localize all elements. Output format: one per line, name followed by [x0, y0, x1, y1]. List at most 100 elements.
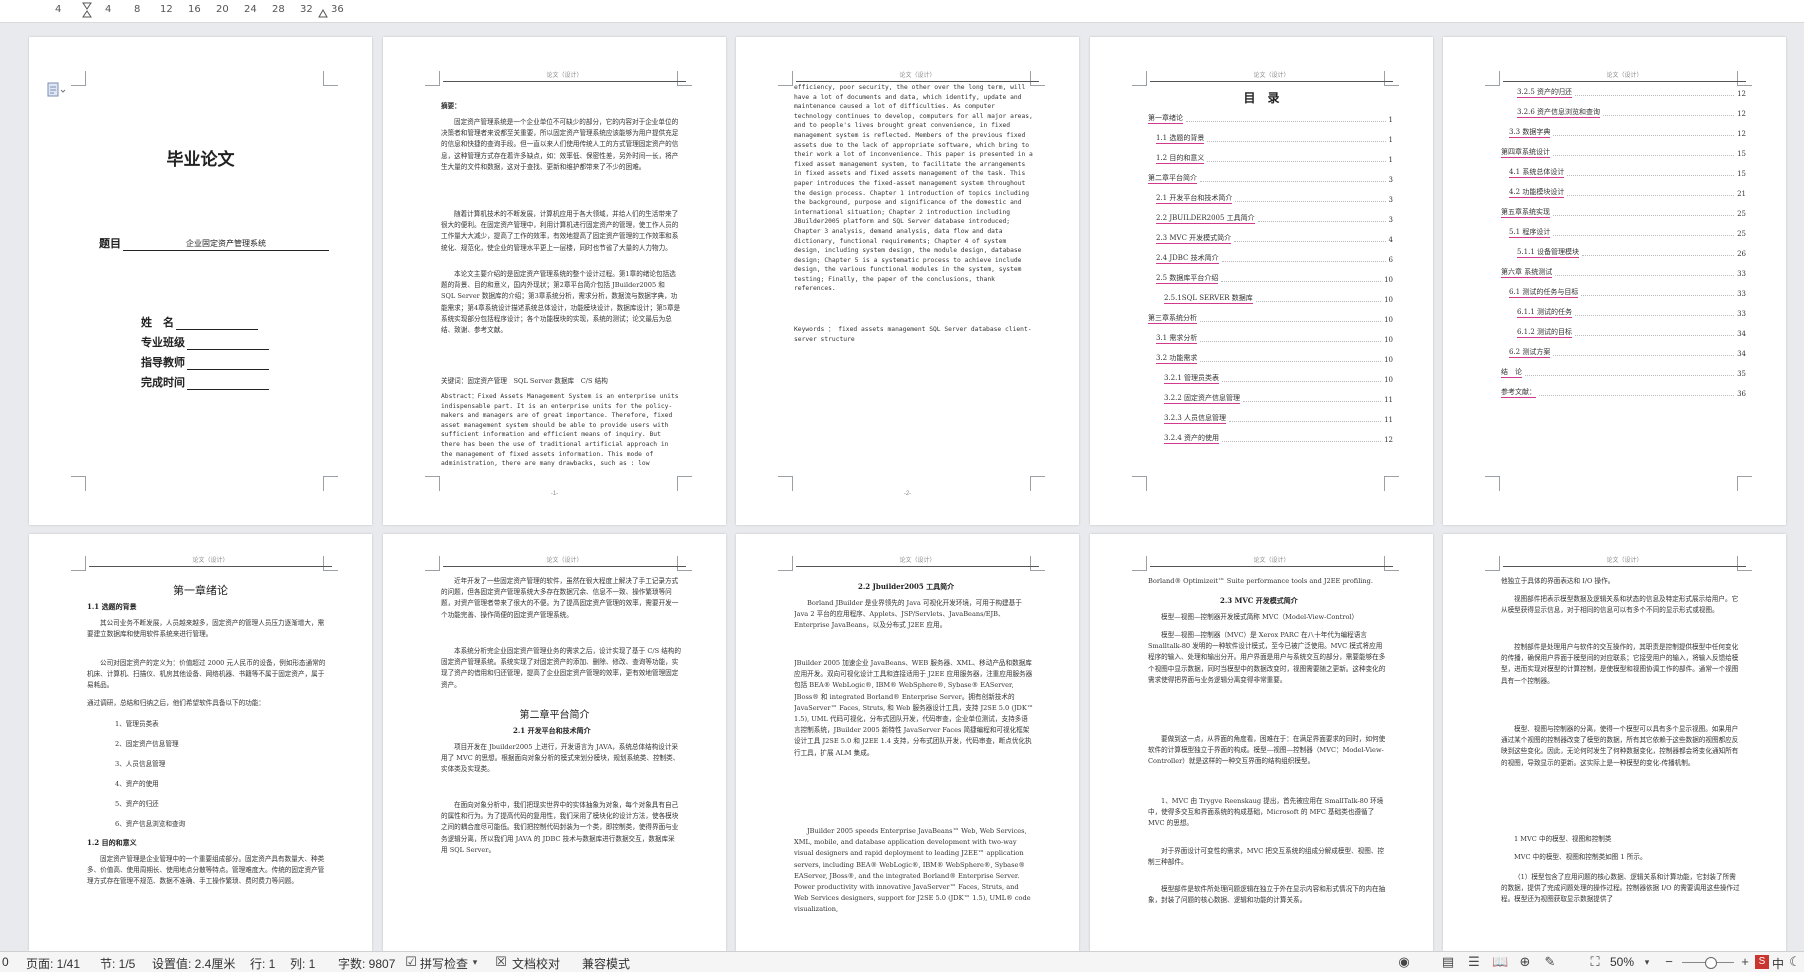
toc-page: 12	[1384, 436, 1393, 444]
name-field: 姓 名	[141, 314, 258, 330]
dropdown-arrow-icon[interactable]: ▾	[468, 955, 482, 969]
zoom-level[interactable]: 50%	[1610, 955, 1634, 969]
zoom-slider-handle[interactable]	[1705, 957, 1717, 969]
toc-label: 6.1 测试的任务与目标	[1509, 288, 1579, 298]
toc-entry[interactable]: 1.2 目的和意义 1	[1148, 153, 1393, 164]
ruler-tick: 12	[160, 4, 173, 15]
toc-page: 12	[1737, 110, 1746, 118]
toc-label: 4.1 系统总体设计	[1509, 168, 1565, 178]
zoom-dropdown-icon[interactable]: ▾	[1640, 955, 1654, 969]
toc-entry[interactable]: 3.2.1 管理员类表 10	[1148, 373, 1393, 384]
document-options-icon[interactable]	[47, 82, 67, 98]
body-paragraph: 模型—视图—控制器（MVC）是 Xerox PARC 在八十年代为编程语言 Sm…	[1148, 631, 1386, 684]
toc-entry[interactable]: 3.1 需求分析 10	[1148, 333, 1393, 344]
page-cover[interactable]: 毕业论文 题目 企业固定资产管理系统 姓 名 专业班级 指导教师 完成时间	[29, 37, 372, 525]
toc-entry[interactable]: 3.2 功能需求 10	[1148, 353, 1393, 364]
toc-entry[interactable]: 6.2 测试方案 34	[1501, 347, 1746, 358]
status-col0: 0	[2, 955, 9, 969]
toc-entry[interactable]: 4.2 功能模块设计 21	[1501, 187, 1746, 198]
page-chapter-1[interactable]: 论文（设计） 第一章绪论 1.1 选题的背景 其公司业务不断发展，人员越来越多，…	[29, 534, 372, 951]
abstract-heading: 摘要：	[441, 102, 461, 110]
toc-entry[interactable]: 参考文献： 36	[1501, 387, 1746, 398]
ime-logo-icon[interactable]: S	[1755, 955, 1769, 969]
toc-label: 第六章 系统测试	[1501, 268, 1553, 278]
toc-entry[interactable]: 4.1 系统总体设计 15	[1501, 167, 1746, 178]
crop-mark	[71, 71, 86, 86]
eye-protection-icon[interactable]: ◉	[1397, 955, 1411, 969]
status-page[interactable]: 页面: 1/41	[26, 955, 80, 972]
toc-entry[interactable]: 1.1 选题的背景 1	[1148, 133, 1393, 144]
page-chapter-2d[interactable]: 论文（设计） 他独立于具体的界面表达和 I/O 操作。 视图部件把表示模型数据及…	[1443, 534, 1786, 951]
toc-label: 5.1 程序设计	[1509, 228, 1551, 238]
indent-marker-icon[interactable]	[82, 2, 92, 18]
page-chapter-2a[interactable]: 论文（设计） 近年开发了一些固定资产管理的软件，虽然在很大程度上解决了手工记录方…	[383, 534, 726, 951]
toc-entry[interactable]: 5.1.1 设备管理模块 26	[1501, 247, 1746, 258]
crop-mark	[1132, 556, 1147, 571]
reading-view-icon[interactable]: 📖	[1492, 955, 1508, 969]
toc-entry[interactable]: 3.2.2 固定资产信息管理 11	[1148, 393, 1393, 404]
doc-check-button[interactable]: 文档校对	[512, 955, 560, 972]
toc-entry[interactable]: 第三章系统分析 10	[1148, 313, 1393, 324]
toc-entry[interactable]: 3.2.5 资产的归还 12	[1501, 87, 1746, 98]
toc-entry[interactable]: 2.3 MVC 开发模式简介 4	[1148, 233, 1393, 244]
page-toc-1[interactable]: 论文（设计） 目 录 第一章绪论 1 1.1 选题的背景 1 1.2 目的和意义 1 …	[1090, 37, 1433, 525]
crop-mark	[778, 71, 793, 86]
crop-mark	[1485, 556, 1500, 571]
body-paragraph: 控制部件是处理用户与软件的交互操作的，其职责是控制提供模型中任何变化的传播，确保…	[1501, 643, 1739, 685]
crop-mark	[1132, 476, 1147, 491]
right-indent-marker-icon[interactable]	[318, 2, 328, 18]
toc-entry[interactable]: 第一章绪论 1	[1148, 113, 1393, 124]
toc-entry[interactable]: 2.2 JBUILDER2005 工具简介 3	[1148, 213, 1393, 224]
toc-entry[interactable]: 第六章 系统测试 33	[1501, 267, 1746, 278]
toc-entry[interactable]: 3.2.4 资产的使用 12	[1148, 433, 1393, 444]
zoom-in-icon[interactable]: +	[1738, 955, 1752, 969]
toc-entry[interactable]: 2.1 开发平台和技术简介 3	[1148, 193, 1393, 204]
horizontal-ruler[interactable]: 4 4 8 12 16 20 24 28 32 36	[0, 0, 1804, 23]
toc-page: 10	[1384, 336, 1393, 344]
toc-entry[interactable]: 3.3 数据字典 12	[1501, 127, 1746, 138]
spellcheck-button[interactable]: 拼写检查	[420, 955, 468, 972]
toc-entry[interactable]: 2.5.1SQL SERVER 数据库 10	[1148, 293, 1393, 304]
toc-label: 3.2.5 资产的归还	[1517, 88, 1573, 98]
toc-entry[interactable]: 2.5 数据库平台介绍 10	[1148, 273, 1393, 284]
abstract-en-body: efficiency, poor security, the other ove…	[794, 84, 1033, 293]
toc-entry[interactable]: 5.1 程序设计 25	[1501, 227, 1746, 238]
page-abstract-en[interactable]: 论文（设计） efficiency, poor security, the ot…	[736, 37, 1079, 525]
toc-page: 25	[1737, 230, 1746, 238]
page-chapter-2c[interactable]: 论文（设计） Borland® Optimizeit™ Suite perfor…	[1090, 534, 1433, 951]
toc-entry[interactable]: 2.4 JDBC 技术简介 6	[1148, 253, 1393, 264]
ruler-tick: 20	[216, 4, 229, 15]
body-paragraph: 模型—视图—控制器开发模式简称 MVC（Model-View-Control）	[1161, 613, 1359, 621]
toc-entry[interactable]: 第二章平台简介 3	[1148, 173, 1393, 184]
status-col: 列: 1	[290, 957, 316, 971]
page-abstract-cn[interactable]: 论文（设计） 摘要： 固定资产管理系统是一个企业单位不可缺少的部分，它的内容对于…	[383, 37, 726, 525]
toc-label: 6.1.2 测试的目标	[1517, 328, 1573, 338]
write-view-icon[interactable]: ✎	[1543, 955, 1557, 969]
toc-entry[interactable]: 3.2.6 资产信息浏览和查询 12	[1501, 107, 1746, 118]
page-chapter-2b[interactable]: 论文（设计） 2.2 Jbuilder2005 工具简介 Borland JBu…	[736, 534, 1079, 951]
moon-icon[interactable]: ☾	[1788, 955, 1802, 969]
toc-page: 33	[1737, 310, 1746, 318]
abstract-paragraph: 本论文主要介绍的是固定资产管理系统的整个设计过程。第1章的绪论包括选题的背景、目…	[441, 270, 681, 335]
crop-mark	[778, 476, 793, 491]
page-view-icon[interactable]: ▤	[1441, 955, 1455, 969]
fit-page-icon[interactable]: ⛶	[1588, 955, 1602, 969]
outline-view-icon[interactable]: ☰	[1467, 955, 1481, 969]
body-paragraph: 模型、视图与控制器的分离，使得一个模型可以具有多个显示视图。如果用户通过某个视图…	[1501, 725, 1739, 767]
zoom-out-icon[interactable]: −	[1662, 955, 1676, 969]
toc-entry[interactable]: 6.1.1 测试的任务 33	[1501, 307, 1746, 318]
topic-label: 题目	[99, 237, 121, 250]
toc-entry[interactable]: 结 论 35	[1501, 367, 1746, 378]
toc-entry[interactable]: 6.1 测试的任务与目标 33	[1501, 287, 1746, 298]
toc-entry[interactable]: 3.2.3 人员信息管理 11	[1148, 413, 1393, 424]
word-count[interactable]: 字数: 9807	[338, 955, 395, 972]
toc-entry[interactable]: 第五章系统实现 25	[1501, 207, 1746, 218]
web-view-icon[interactable]: ⊕	[1518, 955, 1532, 969]
ime-mode[interactable]: 中	[1772, 955, 1784, 972]
toc-entry[interactable]: 第四章系统设计 15	[1501, 147, 1746, 158]
page-toc-2[interactable]: 论文（设计） 3.2.5 资产的归还 12 3.2.6 资产信息浏览和查询 12 3…	[1443, 37, 1786, 525]
status-section: 节: 1/5	[100, 957, 136, 971]
toc-entry[interactable]: 6.1.2 测试的目标 34	[1501, 327, 1746, 338]
toc-label: 3.2.2 固定资产信息管理	[1164, 394, 1241, 404]
crop-mark	[1485, 476, 1500, 491]
